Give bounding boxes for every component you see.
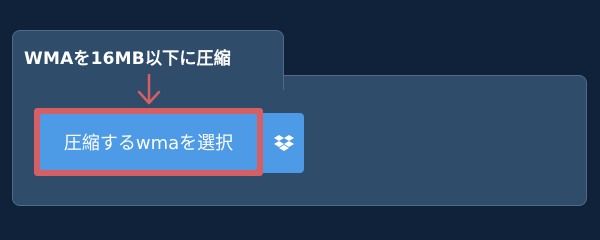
dropbox-icon [273, 135, 294, 151]
select-file-label: 圧縮するwmaを選択 [63, 133, 234, 154]
select-file-button[interactable]: 圧縮するwmaを選択 [40, 114, 257, 170]
arrow-down-icon [137, 74, 161, 105]
dropbox-button[interactable] [263, 113, 304, 173]
select-button-highlight: 圧縮するwmaを選択 [34, 108, 263, 176]
card-title: WMAを16MB以下に圧縮 [24, 49, 231, 69]
